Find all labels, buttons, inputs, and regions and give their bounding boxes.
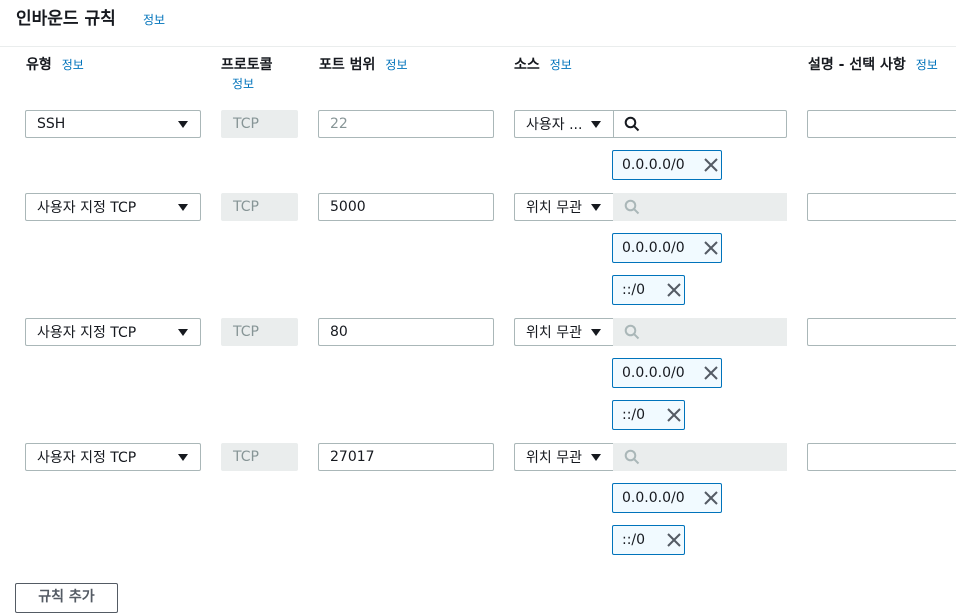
rule-port-input[interactable]: 27017 (318, 443, 494, 471)
source-token-value: ::/0 (622, 407, 646, 423)
rule-type-value: 사용자 지정 TCP (37, 450, 137, 466)
col-header-source-info[interactable]: 정보 (550, 58, 572, 72)
rule-source-type-value: 위치 무관 (526, 450, 582, 466)
col-header-type: 유형 정보 (26, 54, 84, 74)
col-header-protocol-info[interactable]: 정보 (232, 75, 254, 92)
col-header-type-info[interactable]: 정보 (62, 58, 84, 72)
source-token-value: 0.0.0.0/0 (622, 365, 685, 381)
rule-protocol-field: TCP (221, 443, 298, 471)
search-icon (624, 449, 640, 465)
caret-down-icon (178, 121, 188, 128)
col-header-source: 소스 정보 (514, 54, 572, 74)
rule-port-value: 27017 (330, 449, 375, 465)
col-header-port-label: 포트 범위 (319, 57, 376, 73)
rule-source-search-input (613, 443, 787, 471)
col-header-description: 설명 - 선택 사항 정보 (808, 54, 938, 74)
section-title: 인바운드 규칙 (16, 9, 116, 29)
rule-type-select[interactable]: 사용자 지정 TCP (25, 443, 201, 471)
source-token: 0.0.0.0/0 (612, 233, 722, 263)
rule-type-value: 사용자 지정 TCP (37, 325, 137, 341)
close-icon[interactable] (703, 490, 719, 506)
close-icon[interactable] (666, 407, 682, 423)
caret-down-icon (591, 454, 601, 461)
rule-source-type-value: 사용자 ... (526, 117, 583, 133)
rule-protocol-field: TCP (221, 110, 298, 138)
caret-down-icon (591, 329, 601, 336)
source-token: ::/0 (612, 525, 685, 555)
source-token: 0.0.0.0/0 (612, 358, 722, 388)
source-token: 0.0.0.0/0 (612, 150, 722, 180)
rule-protocol-value: TCP (233, 324, 259, 340)
close-icon[interactable] (703, 365, 719, 381)
header-divider (0, 46, 956, 47)
rule-description-input[interactable] (807, 318, 956, 346)
rule-port-value: 5000 (330, 199, 366, 215)
close-icon[interactable] (666, 532, 682, 548)
rule-type-value: 사용자 지정 TCP (37, 200, 137, 216)
rule-protocol-value: TCP (233, 116, 259, 132)
search-icon (624, 199, 640, 215)
col-header-port-range: 포트 범위 정보 (319, 54, 408, 74)
rule-description-input[interactable] (807, 443, 956, 471)
rule-source-search-input (613, 193, 787, 221)
add-rule-button[interactable]: 규칙 추가 (15, 583, 118, 613)
rule-protocol-field: TCP (221, 193, 298, 221)
rule-protocol-value: TCP (233, 199, 259, 215)
rule-type-select[interactable]: 사용자 지정 TCP (25, 318, 201, 346)
rule-type-select[interactable]: 사용자 지정 TCP (25, 193, 201, 221)
rule-protocol-field: TCP (221, 318, 298, 346)
caret-down-icon (178, 329, 188, 336)
close-icon[interactable] (703, 157, 719, 173)
col-header-type-label: 유형 (26, 57, 52, 73)
search-icon (624, 324, 640, 340)
caret-down-icon (178, 204, 188, 211)
source-token-value: 0.0.0.0/0 (622, 240, 685, 256)
rule-protocol-value: TCP (233, 449, 259, 465)
rule-source-type-value: 위치 무관 (526, 200, 582, 216)
rule-source-type-select[interactable]: 위치 무관 (514, 443, 613, 471)
close-icon[interactable] (703, 240, 719, 256)
caret-down-icon (178, 454, 188, 461)
rule-description-input[interactable] (807, 110, 956, 138)
col-header-protocol: 프로토콜 (221, 54, 273, 74)
rule-type-value: SSH (37, 116, 66, 132)
rule-port-value: 80 (330, 324, 348, 340)
section-info-link[interactable]: 정보 (143, 11, 165, 28)
col-header-port-info[interactable]: 정보 (385, 58, 407, 72)
rule-source-search-input (613, 318, 787, 346)
rule-source-type-select[interactable]: 사용자 ... (514, 110, 613, 138)
rule-description-input[interactable] (807, 193, 956, 221)
rule-type-select[interactable]: SSH (25, 110, 201, 138)
caret-down-icon (591, 204, 601, 211)
source-token-value: ::/0 (622, 532, 646, 548)
source-token-value: 0.0.0.0/0 (622, 490, 685, 506)
col-header-protocol-label: 프로토콜 (221, 57, 273, 73)
source-token: ::/0 (612, 400, 685, 430)
rule-port-input[interactable]: 80 (318, 318, 494, 346)
col-header-description-info[interactable]: 정보 (916, 58, 938, 72)
close-icon[interactable] (666, 282, 682, 298)
col-header-source-label: 소스 (514, 57, 540, 73)
source-token: 0.0.0.0/0 (612, 483, 722, 513)
caret-down-icon (591, 121, 601, 128)
rule-source-search-input[interactable] (613, 110, 787, 138)
rule-port-input[interactable]: 5000 (318, 193, 494, 221)
source-token: ::/0 (612, 275, 685, 305)
col-header-description-label: 설명 - 선택 사항 (808, 57, 906, 73)
rule-source-type-select[interactable]: 위치 무관 (514, 318, 613, 346)
source-token-value: 0.0.0.0/0 (622, 157, 685, 173)
rule-port-value: 22 (330, 116, 348, 132)
rule-source-type-value: 위치 무관 (526, 325, 582, 341)
rule-port-input: 22 (318, 110, 494, 138)
rule-source-type-select[interactable]: 위치 무관 (514, 193, 613, 221)
source-token-value: ::/0 (622, 282, 646, 298)
search-icon (624, 116, 640, 132)
